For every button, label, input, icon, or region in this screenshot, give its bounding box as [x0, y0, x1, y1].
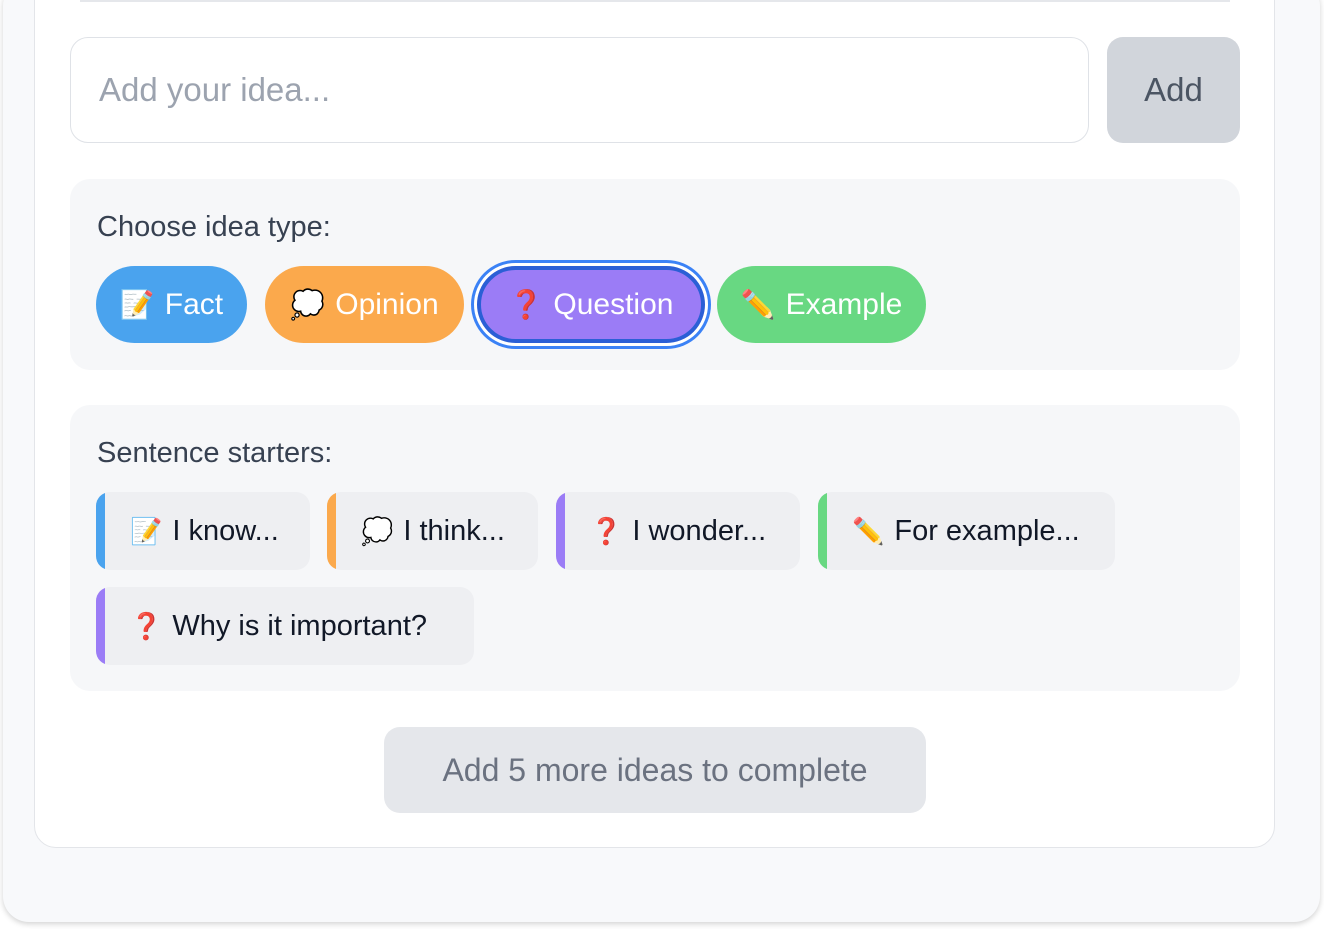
- idea-type-label-opinion: Opinion: [335, 287, 439, 321]
- idea-type-question-button[interactable]: ❓ Question: [477, 266, 705, 343]
- sentence-starters-label: Sentence starters:: [97, 437, 333, 469]
- idea-type-label-fact: Fact: [164, 287, 224, 321]
- idea-type-fact-button[interactable]: 📝 Fact: [96, 266, 247, 343]
- idea-type-opinion-button[interactable]: 💭 Opinion: [265, 266, 464, 343]
- starter-color-bar: [327, 492, 336, 570]
- idea-input-placeholder: Add your idea...: [99, 71, 331, 108]
- idea-type-label-question: Question: [553, 287, 674, 321]
- idea-type-panel: Choose idea type: 📝 Fact 💭 Opinion ❓ Que…: [70, 179, 1240, 370]
- starter-text: I think...: [403, 514, 505, 547]
- starter-color-bar: [96, 492, 105, 570]
- sentence-starters-panel: Sentence starters: 📝 I know... 💭 I think…: [70, 405, 1240, 691]
- idea-type-example-button[interactable]: ✏️ Example: [717, 266, 926, 343]
- starter-color-bar: [556, 492, 565, 570]
- starter-why-important[interactable]: ❓ Why is it important?: [96, 587, 474, 665]
- starter-color-bar: [818, 492, 827, 570]
- idea-type-label-example: Example: [785, 287, 903, 321]
- add-button[interactable]: Add: [1107, 37, 1240, 143]
- starter-text: Why is it important?: [172, 609, 428, 642]
- starter-i-wonder[interactable]: ❓ I wonder...: [556, 492, 800, 570]
- starter-text: For example...: [894, 514, 1080, 547]
- starter-i-know[interactable]: 📝 I know...: [96, 492, 310, 570]
- starter-text: I wonder...: [632, 514, 767, 547]
- memo-icon: 📝: [130, 516, 163, 546]
- starter-i-think[interactable]: 💭 I think...: [327, 492, 538, 570]
- thought-bubble-icon: 💭: [290, 288, 326, 320]
- pencil-icon: ✏️: [740, 288, 776, 320]
- complete-button[interactable]: Add 5 more ideas to complete: [384, 727, 926, 813]
- starter-text: I know...: [172, 514, 279, 547]
- idea-type-label: Choose idea type:: [97, 211, 331, 243]
- starter-color-bar: [96, 587, 105, 665]
- thought-bubble-icon: 💭: [361, 516, 394, 546]
- question-mark-icon: ❓: [130, 611, 163, 641]
- question-mark-icon: ❓: [508, 288, 544, 320]
- memo-icon: 📝: [119, 288, 155, 320]
- question-mark-icon: ❓: [590, 516, 623, 546]
- idea-input[interactable]: Add your idea...: [70, 37, 1089, 143]
- pencil-icon: ✏️: [852, 516, 885, 546]
- divider: [80, 0, 1230, 2]
- starter-for-example[interactable]: ✏️ For example...: [818, 492, 1115, 570]
